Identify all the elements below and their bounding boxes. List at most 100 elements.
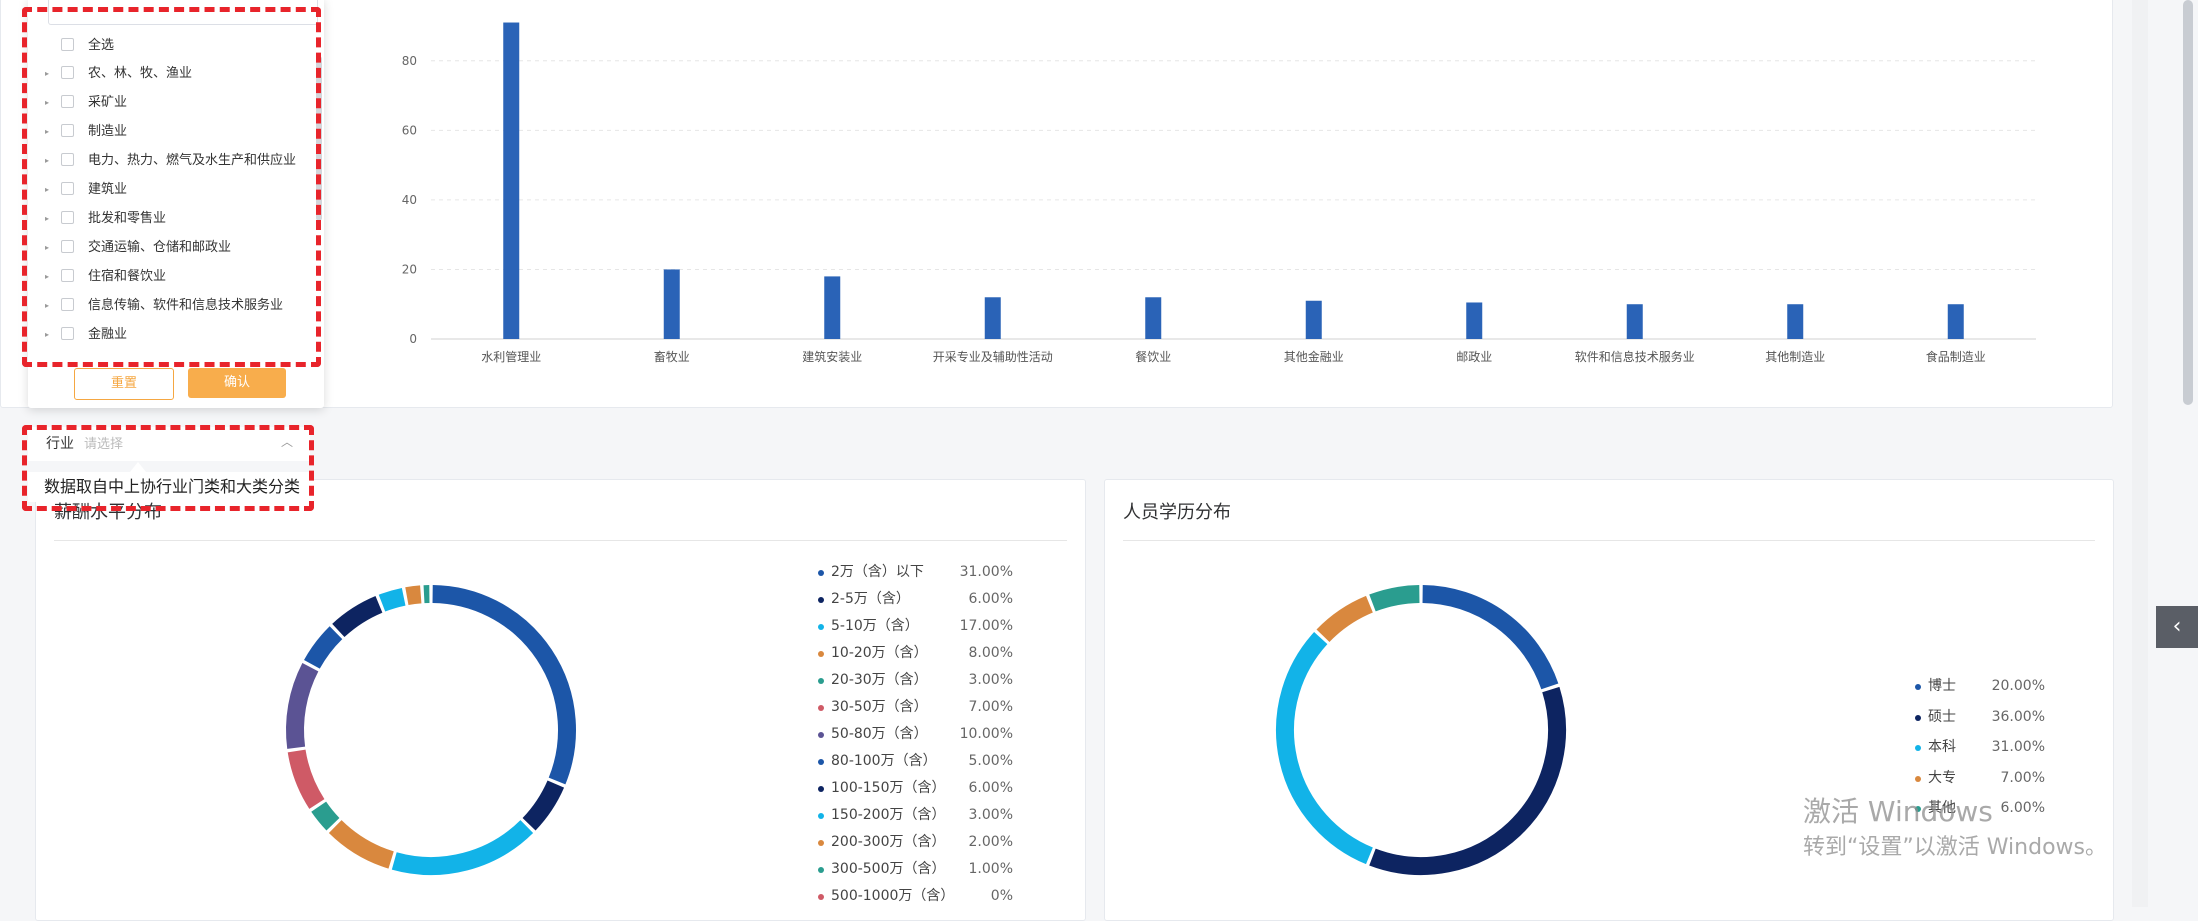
x-tick-label: 其他金融业	[1284, 349, 1344, 364]
donut-slice[interactable]	[433, 594, 567, 781]
legend-item[interactable]: 硕士 36.00%	[1915, 707, 2045, 727]
legend-item[interactable]: 50-80万（含） 10.00%	[818, 724, 1013, 744]
legend-item[interactable]: 20-30万（含）3.00%	[818, 670, 1013, 690]
x-tick-label: 畜牧业	[654, 349, 690, 364]
x-tick-label: 开采专业及辅助性活动	[933, 349, 1053, 364]
education-donut-chart	[1221, 540, 1621, 900]
legend-marker	[818, 597, 824, 603]
legend-value: 17.00%	[960, 616, 1013, 636]
legend-value: 7.00%	[2001, 768, 2045, 788]
x-tick-label: 邮政业	[1456, 350, 1492, 364]
legend-item[interactable]: 博士20.00%	[1915, 676, 2045, 696]
legend-label: 硕士	[1928, 707, 1956, 727]
legend-value: 6.00%	[2001, 798, 2045, 818]
donut-slice[interactable]	[407, 594, 421, 596]
donut-slice[interactable]	[394, 827, 527, 866]
donut-slice[interactable]	[335, 827, 391, 860]
legend-value: 7.00%	[969, 697, 1013, 717]
legend-value: 10.00%	[960, 724, 1013, 744]
legend-label: 500-1000万（含）	[831, 886, 954, 906]
legend-item[interactable]: 300-500万（含）1.00%	[818, 859, 1013, 879]
legend-value: 6.00%	[969, 589, 1013, 609]
bar[interactable]	[664, 269, 680, 339]
bar[interactable]	[1145, 297, 1161, 339]
legend-value: 6.00%	[969, 778, 1013, 798]
salary-legend: 2万（含）以下31.00% 2-5万（含）6.00% 5-10万（含） 17.00% 1…	[818, 562, 1048, 902]
legend-item[interactable]: 150-200万（含）3.00%	[818, 805, 1013, 825]
legend-value: 8.00%	[969, 643, 1013, 663]
donut-slice[interactable]	[1372, 594, 1419, 603]
bar[interactable]	[1787, 304, 1803, 339]
confirm-button[interactable]: 确认	[188, 368, 286, 398]
x-tick-label: 其他制造业	[1765, 350, 1825, 364]
legend-item[interactable]: 大专7.00%	[1915, 768, 2045, 788]
legend-marker	[818, 894, 824, 900]
chevron-left-icon[interactable]: ‹	[2156, 606, 2198, 648]
legend-marker	[818, 624, 824, 630]
page-scrollbar-thumb[interactable]	[2183, 0, 2193, 405]
legend-marker	[818, 732, 824, 738]
donut-slice[interactable]	[312, 633, 336, 665]
legend-marker	[818, 867, 824, 873]
legend-item[interactable]: 2-5万（含）6.00%	[818, 589, 1013, 609]
y-tick-label: 40	[402, 193, 417, 207]
legend-marker	[818, 705, 824, 711]
donut-slice[interactable]	[382, 597, 404, 603]
legend-marker	[1915, 745, 1921, 751]
salary-distribution-card: 薪酬水平分布 2万（含）以下31.00%2-5万（含）6.00%5-10万（含）…	[35, 479, 1086, 921]
donut-slice[interactable]	[1423, 594, 1550, 686]
legend-item[interactable]: 5-10万（含） 17.00%	[818, 616, 1013, 636]
reset-button[interactable]: 重置	[74, 368, 174, 400]
donut-slice[interactable]	[529, 784, 556, 824]
bar[interactable]	[503, 23, 519, 339]
x-tick-label: 水利管理业	[481, 349, 541, 364]
legend-marker	[818, 759, 824, 765]
bar[interactable]	[1948, 304, 1964, 339]
bar[interactable]	[985, 297, 1001, 339]
select-highlight-box	[22, 425, 314, 511]
bar[interactable]	[1466, 302, 1482, 339]
donut-slice[interactable]	[338, 604, 379, 630]
donut-slice[interactable]	[297, 751, 317, 804]
donut-slice[interactable]	[1323, 604, 1369, 636]
donut-slice[interactable]	[295, 667, 310, 748]
legend-value: 3.00%	[969, 670, 1013, 690]
x-tick-label: 软件和信息技术服务业	[1575, 349, 1695, 364]
bar[interactable]	[824, 276, 840, 339]
legend-value: 0%	[991, 886, 1013, 906]
donut-slice[interactable]	[319, 807, 333, 825]
legend-label: 150-200万（含）	[831, 805, 946, 825]
legend-label: 30-50万（含）	[831, 697, 928, 717]
legend-label: 5-10万（含）	[831, 616, 919, 636]
activation-watermark-title: 激活 Windows	[1803, 790, 1993, 830]
legend-value: 31.00%	[960, 562, 1013, 582]
legend-item[interactable]: 10-20万（含） 8.00%	[818, 643, 1013, 663]
legend-label: 10-20万（含）	[831, 643, 928, 663]
legend-item[interactable]: 200-300万（含）2.00%	[818, 832, 1013, 852]
legend-marker	[818, 840, 824, 846]
legend-item[interactable]: 500-1000万（含） 0%	[818, 886, 1013, 906]
legend-item[interactable]: 80-100万（含）5.00%	[818, 751, 1013, 771]
bar[interactable]	[1306, 301, 1322, 339]
legend-item[interactable]: 本科31.00%	[1915, 737, 2045, 757]
legend-item[interactable]: 2万（含）以下31.00%	[818, 562, 1013, 582]
bar[interactable]	[1627, 304, 1643, 339]
activation-watermark-hint: 转到“设置”以激活 Windows。	[1803, 829, 2107, 861]
legend-item[interactable]: 100-150万（含）6.00%	[818, 778, 1013, 798]
y-tick-label: 0	[409, 332, 417, 346]
page-scroll-track[interactable]	[2132, 0, 2148, 907]
legend-label: 50-80万（含）	[831, 724, 928, 744]
legend-label: 博士	[1928, 676, 1956, 696]
legend-marker	[1915, 715, 1921, 721]
y-tick-label: 60	[402, 123, 417, 137]
x-tick-label: 餐饮业	[1135, 349, 1171, 364]
legend-marker	[1915, 684, 1921, 690]
donut-slice[interactable]	[1285, 638, 1369, 856]
legend-marker	[818, 813, 824, 819]
legend-value: 36.00%	[1992, 707, 2045, 727]
y-tick-label: 80	[402, 54, 417, 68]
legend-value: 5.00%	[969, 751, 1013, 771]
legend-item[interactable]: 30-50万（含） 7.00%	[818, 697, 1013, 717]
legend-value: 2.00%	[969, 832, 1013, 852]
donut-slice[interactable]	[1372, 690, 1557, 866]
